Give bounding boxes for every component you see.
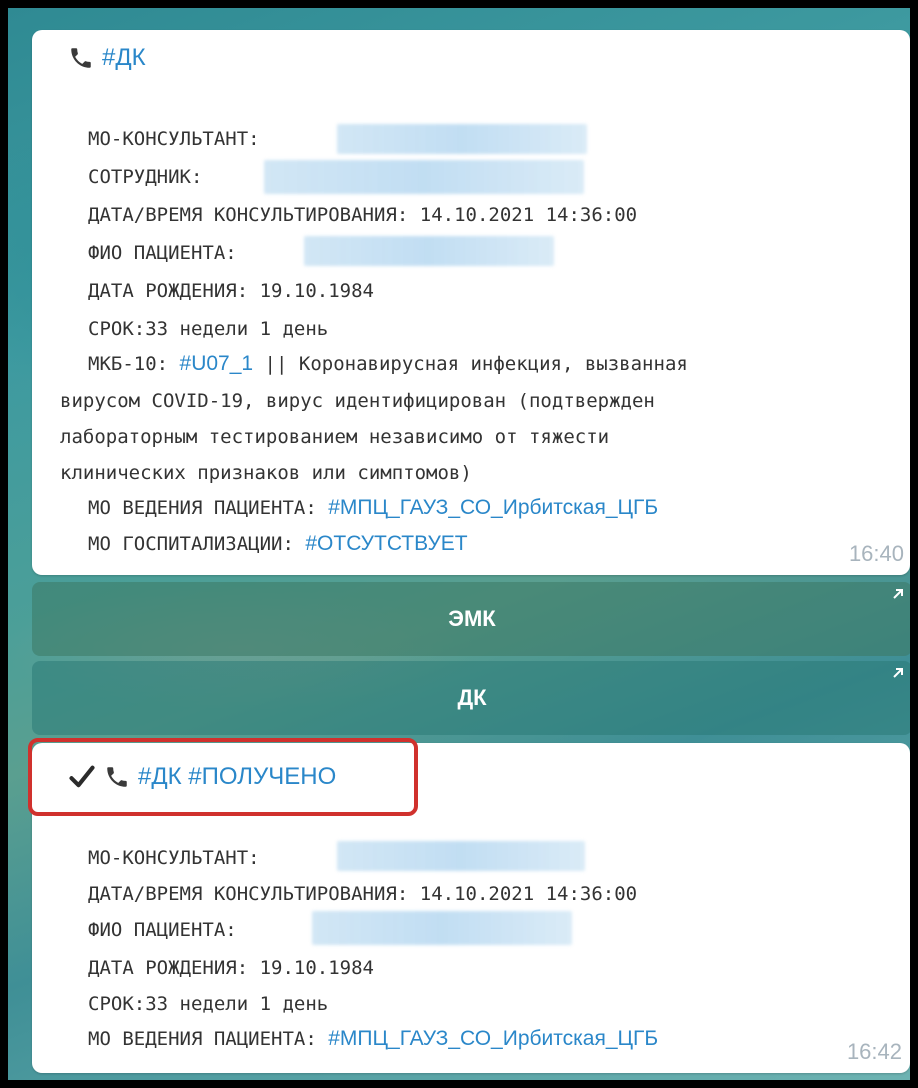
icd-hashtag[interactable]: #U07_1 <box>180 352 254 375</box>
mo-lead-line: МО ВЕДЕНИЯ ПАЦИЕНТА: #МПЦ_ГАУЗ_СО_Ирбитс… <box>88 1027 658 1051</box>
patient-label: ФИО ПАЦИЕНТА: <box>88 919 237 941</box>
external-link-arrow-icon <box>893 668 903 678</box>
icd-line-4: клинических признаков или симптомов) <box>60 462 472 484</box>
redacted-value <box>337 124 587 154</box>
icd-line: МКБ-10: #U07_1 || Коронавирусная инфекци… <box>88 352 688 376</box>
redacted-value <box>304 236 554 266</box>
mo-hosp-line: МО ГОСПИТАЛИЗАЦИИ: #ОТСУТСТВУЕТ <box>88 532 468 556</box>
emk-button[interactable]: ЭМК <box>32 582 910 656</box>
term-label: СРОК: <box>88 318 146 340</box>
term-line: СРОК:33 недели 1 день <box>88 318 328 340</box>
message-time: 16:40 <box>848 541 904 566</box>
datetime-label: ДАТА/ВРЕМЯ КОНСУЛЬТИРОВАНИЯ: <box>88 883 409 905</box>
patient-line: ФИО ПАЦИЕНТА: <box>88 919 237 941</box>
icd-separator: || <box>264 353 288 375</box>
dk-button-label: ДК <box>457 685 487 710</box>
patient-label: ФИО ПАЦИЕНТА: <box>88 242 237 264</box>
mo-lead-line: МО ВЕДЕНИЯ ПАЦИЕНТА: #МПЦ_ГАУЗ_СО_Ирбитс… <box>88 496 658 520</box>
mo-consultant-label: МО-КОНСУЛЬТАНТ: <box>88 847 260 869</box>
mo-lead-label: МО ВЕДЕНИЯ ПАЦИЕНТА: <box>88 1028 317 1050</box>
mo-hosp-label: МО ГОСПИТАЛИЗАЦИИ: <box>88 533 294 555</box>
message-header: #ДК <box>68 44 146 72</box>
datetime-value: 14.10.2021 14:36:00 <box>419 204 638 226</box>
message-bubble[interactable]: #ДК МО-КОНСУЛЬТАНТ: СОТРУДНИК: ДАТА/ВРЕМ… <box>32 30 910 575</box>
dob-line: ДАТА РОЖДЕНИЯ: 19.10.1984 <box>88 957 374 979</box>
icd-line-2: вирусом COVID-19, вирус идентифицирован … <box>60 390 655 412</box>
mo-lead-hashtag[interactable]: #МПЦ_ГАУЗ_СО_Ирбитская_ЦГБ <box>328 496 658 519</box>
employee-label: СОТРУДНИК: <box>88 166 203 188</box>
redacted-value <box>264 160 584 194</box>
term-value: 33 недели 1 день <box>145 993 329 1015</box>
hashtag-dk[interactable]: #ДК <box>102 44 146 72</box>
mo-lead-label: МО ВЕДЕНИЯ ПАЦИЕНТА: <box>88 497 317 519</box>
emk-button-label: ЭМК <box>448 606 496 631</box>
message-time: 16:42 <box>846 1039 902 1064</box>
chat-area: #ДК МО-КОНСУЛЬТАНТ: СОТРУДНИК: ДАТА/ВРЕМ… <box>8 8 910 1080</box>
term-value: 33 недели 1 день <box>145 318 329 340</box>
dob-label: ДАТА РОЖДЕНИЯ: <box>88 957 249 979</box>
datetime-value: 14.10.2021 14:36:00 <box>419 883 638 905</box>
icd-label: МКБ-10: <box>88 353 169 375</box>
icd-line-3: лабораторным тестированием независимо от… <box>60 426 609 448</box>
phone-icon <box>71 48 91 68</box>
mo-consultant-line: МО-КОНСУЛЬТАНТ: <box>88 128 260 150</box>
highlight-box <box>28 738 418 816</box>
redacted-value <box>312 911 572 945</box>
mo-consultant-line: МО-КОНСУЛЬТАНТ: <box>88 847 260 869</box>
employee-line: СОТРУДНИК: <box>88 166 202 188</box>
datetime-line: ДАТА/ВРЕМЯ КОНСУЛЬТИРОВАНИЯ: 14.10.2021 … <box>88 883 637 905</box>
term-label: СРОК: <box>88 993 146 1015</box>
mo-lead-hashtag[interactable]: #МПЦ_ГАУЗ_СО_Ирбитская_ЦГБ <box>328 1027 658 1050</box>
term-line: СРОК:33 недели 1 день <box>88 993 328 1015</box>
mo-hosp-hashtag[interactable]: #ОТСУТСТВУЕТ <box>305 532 467 555</box>
dob-label: ДАТА РОЖДЕНИЯ: <box>88 280 249 302</box>
icd-text: вирусом COVID-19, вирус идентифицирован … <box>60 390 655 412</box>
dob-value: 19.10.1984 <box>259 280 374 302</box>
external-link-arrow-icon <box>893 589 903 599</box>
mo-consultant-label: МО-КОНСУЛЬТАНТ: <box>88 128 260 150</box>
datetime-label: ДАТА/ВРЕМЯ КОНСУЛЬТИРОВАНИЯ: <box>88 204 409 226</box>
dk-button[interactable]: ДК <box>32 661 910 735</box>
dob-value: 19.10.1984 <box>259 957 374 979</box>
icd-text: лабораторным тестированием независимо от… <box>60 426 610 448</box>
redacted-value <box>337 841 585 871</box>
datetime-line: ДАТА/ВРЕМЯ КОНСУЛЬТИРОВАНИЯ: 14.10.2021 … <box>88 204 637 226</box>
icd-text: Коронавирусная инфекция, вызванная <box>298 353 688 375</box>
dob-line: ДАТА РОЖДЕНИЯ: 19.10.1984 <box>88 280 374 302</box>
icd-text: клинических признаков или симптомов) <box>60 462 472 484</box>
patient-line: ФИО ПАЦИЕНТА: <box>88 242 237 264</box>
